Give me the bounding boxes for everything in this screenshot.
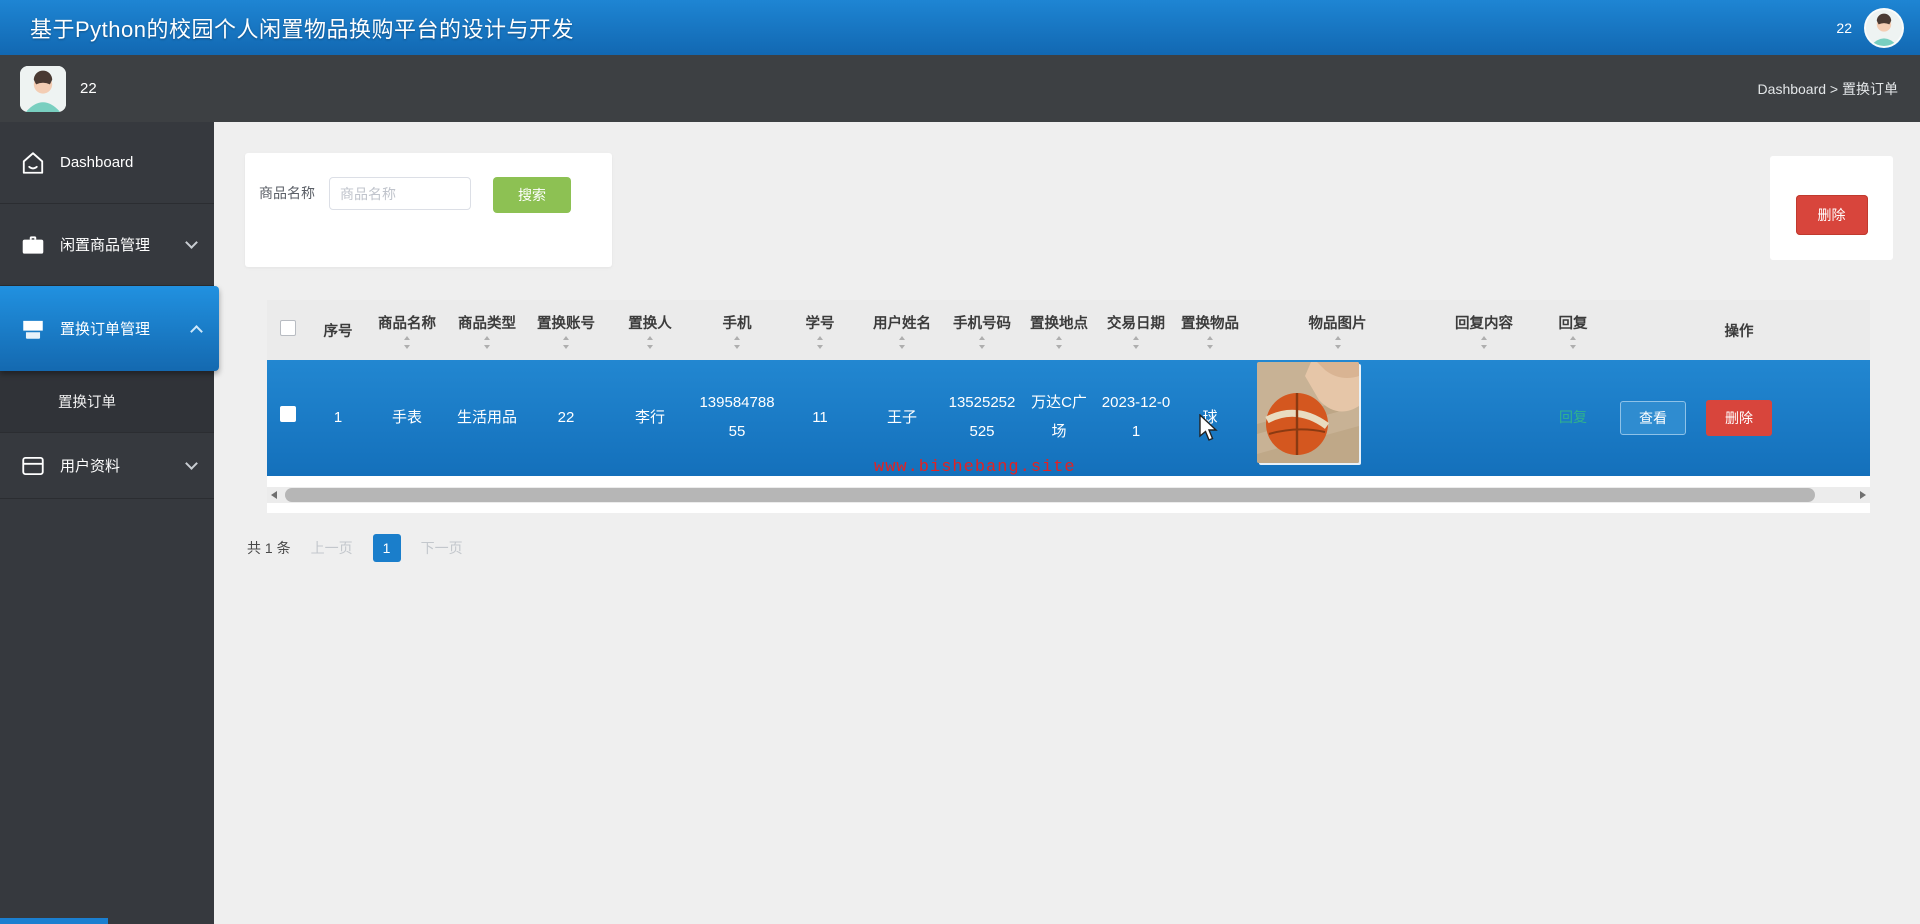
view-button[interactable]: 查看 bbox=[1620, 400, 1686, 435]
row-student-no: 11 bbox=[812, 408, 828, 426]
watermark-text: www.bishebang.site bbox=[874, 458, 1076, 477]
horizontal-scrollbar[interactable] bbox=[267, 486, 1870, 503]
sidebar-item-label: 置换订单管理 bbox=[60, 321, 151, 338]
scroll-left-arrow-icon[interactable] bbox=[271, 490, 277, 499]
col-header-exchange-person[interactable]: 置换人 bbox=[605, 300, 695, 360]
sidebar-nav: Dashboard 闲置商品管理 置换订单管理 置换订单 用户资料 bbox=[0, 122, 219, 924]
row-reply-cell: 回复 bbox=[1538, 360, 1608, 476]
app-header: 基于Python的校园个人闲置物品换购平台的设计与开发 22 bbox=[0, 0, 1920, 55]
row-select-cell bbox=[267, 360, 309, 476]
sort-icon[interactable] bbox=[732, 335, 742, 349]
col-header-product-name[interactable]: 商品名称 bbox=[367, 300, 447, 360]
col-header-actions: 操作 bbox=[1724, 323, 1754, 340]
col-header-location[interactable]: 置换地点 bbox=[1021, 300, 1097, 360]
col-header-user-name[interactable]: 用户姓名 bbox=[861, 300, 943, 360]
col-header-mobile[interactable]: 手机号码 bbox=[943, 300, 1021, 360]
pagination-prev-button[interactable]: 上一页 bbox=[311, 538, 353, 558]
sort-icon[interactable] bbox=[1054, 335, 1064, 349]
sort-icon[interactable] bbox=[897, 335, 907, 349]
pagination: 共 1 条 上一页 1 下一页 bbox=[247, 534, 463, 562]
sort-icon[interactable] bbox=[1333, 335, 1343, 349]
row-product-name: 手表 bbox=[391, 408, 422, 426]
sidebar-item-label: 闲置商品管理 bbox=[60, 237, 151, 254]
pagination-next-button[interactable]: 下一页 bbox=[421, 538, 463, 558]
sort-icon[interactable] bbox=[561, 335, 571, 349]
sort-icon[interactable] bbox=[645, 335, 655, 349]
row-exchange-account: 22 bbox=[557, 408, 575, 426]
sort-icon[interactable] bbox=[815, 335, 825, 349]
scroll-right-arrow-icon[interactable] bbox=[1860, 490, 1866, 499]
breadcrumb: Dashboard > 置换订单 bbox=[1757, 80, 1898, 97]
sort-icon[interactable] bbox=[1568, 335, 1578, 349]
col-header-product-type[interactable]: 商品类型 bbox=[447, 300, 527, 360]
sidebar-subitem-exchange-orders[interactable]: 置换订单 bbox=[0, 371, 214, 433]
row-reply-content bbox=[1430, 360, 1538, 476]
search-input[interactable] bbox=[329, 177, 471, 210]
row-item-image-cell bbox=[1245, 360, 1430, 476]
col-header-trade-date[interactable]: 交易日期 bbox=[1097, 300, 1175, 360]
sort-icon[interactable] bbox=[402, 335, 412, 349]
row-exchange-item: 球 bbox=[1202, 408, 1218, 426]
app-title: 基于Python的校园个人闲置物品换购平台的设计与开发 bbox=[30, 16, 574, 42]
row-phone: 13958478855 bbox=[699, 394, 775, 440]
row-actions-cell: 查看 删除 bbox=[1608, 360, 1870, 476]
sort-icon[interactable] bbox=[1479, 335, 1489, 349]
user-avatar[interactable] bbox=[1864, 7, 1904, 48]
row-delete-button[interactable]: 删除 bbox=[1706, 399, 1772, 436]
pagination-total: 共 1 条 bbox=[247, 540, 291, 556]
sort-icon[interactable] bbox=[482, 335, 492, 349]
orders-box-icon bbox=[20, 316, 46, 342]
orders-table: 序号 商品名称 商品类型 置换账号 置换人 手机 学号 用户姓名 手机号码 置换… bbox=[267, 300, 1870, 476]
pagination-page-1-button[interactable]: 1 bbox=[372, 534, 401, 562]
search-button[interactable]: 搜索 bbox=[493, 177, 571, 213]
col-header-reply-content[interactable]: 回复内容 bbox=[1430, 300, 1538, 360]
sort-icon[interactable] bbox=[1205, 335, 1215, 349]
col-header-item-image[interactable]: 物品图片 bbox=[1245, 300, 1430, 360]
reply-button[interactable]: 回复 bbox=[1559, 409, 1587, 425]
bulk-delete-button[interactable]: 删除 bbox=[1795, 195, 1868, 235]
row-trade-date: 2023-12-01 bbox=[1101, 394, 1171, 440]
chevron-up-icon bbox=[190, 325, 203, 338]
briefcase-icon bbox=[20, 232, 46, 258]
bulk-actions-panel: 删除 bbox=[1770, 156, 1893, 260]
header-username: 22 bbox=[1836, 19, 1852, 36]
search-field-label: 商品名称 bbox=[259, 185, 315, 201]
chevron-down-icon bbox=[185, 457, 198, 470]
chevron-down-icon bbox=[185, 236, 198, 249]
sort-icon[interactable] bbox=[1131, 335, 1141, 349]
select-all-checkbox[interactable] bbox=[280, 320, 296, 336]
orders-table-container: 序号 商品名称 商品类型 置换账号 置换人 手机 学号 用户姓名 手机号码 置换… bbox=[267, 300, 1870, 513]
wallet-icon bbox=[20, 453, 46, 479]
col-header-index[interactable]: 序号 bbox=[309, 300, 367, 360]
sidebar-user-avatar[interactable] bbox=[20, 65, 66, 112]
col-header-reply[interactable]: 回复 bbox=[1538, 300, 1608, 360]
sidebar-item-dashboard[interactable]: Dashboard bbox=[0, 122, 214, 204]
sidebar-item-exchange-order-mgmt[interactable]: 置换订单管理 bbox=[0, 286, 219, 371]
sidebar-item-user-profile[interactable]: 用户资料 bbox=[0, 433, 214, 499]
row-index: 1 bbox=[333, 408, 343, 426]
col-header-student-no[interactable]: 学号 bbox=[779, 300, 861, 360]
header-select-all bbox=[267, 300, 309, 360]
sort-icon[interactable] bbox=[977, 335, 987, 349]
sidebar-item-label: 用户资料 bbox=[60, 458, 121, 475]
col-header-exchange-account[interactable]: 置换账号 bbox=[527, 300, 605, 360]
col-header-exchange-item[interactable]: 置换物品 bbox=[1175, 300, 1245, 360]
row-exchange-person: 李行 bbox=[634, 408, 665, 426]
sidebar-username: 22 bbox=[80, 80, 97, 97]
search-panel: 商品名称 搜索 bbox=[245, 153, 612, 267]
basketball-photo[interactable] bbox=[1257, 362, 1359, 463]
sub-header: 22 Dashboard > 置换订单 bbox=[0, 55, 1920, 122]
sidebar-bottom-accent bbox=[0, 918, 108, 924]
table-header-row: 序号 商品名称 商品类型 置换账号 置换人 手机 学号 用户姓名 手机号码 置换… bbox=[267, 300, 1870, 360]
scrollbar-thumb[interactable] bbox=[285, 487, 1815, 502]
main-content: 商品名称 搜索 删除 序号 商品名称 商品类型 置换账号 置换人 bbox=[214, 122, 1920, 924]
sidebar-subitem-label: 置换订单 bbox=[58, 395, 116, 411]
home-icon bbox=[20, 150, 46, 176]
row-checkbox[interactable] bbox=[280, 405, 296, 422]
sidebar-item-label: Dashboard bbox=[60, 154, 134, 171]
sidebar-item-idle-goods[interactable]: 闲置商品管理 bbox=[0, 204, 214, 286]
row-product-type: 生活用品 bbox=[456, 408, 517, 426]
col-header-phone[interactable]: 手机 bbox=[695, 300, 779, 360]
header-user-area: 22 bbox=[1836, 7, 1904, 48]
